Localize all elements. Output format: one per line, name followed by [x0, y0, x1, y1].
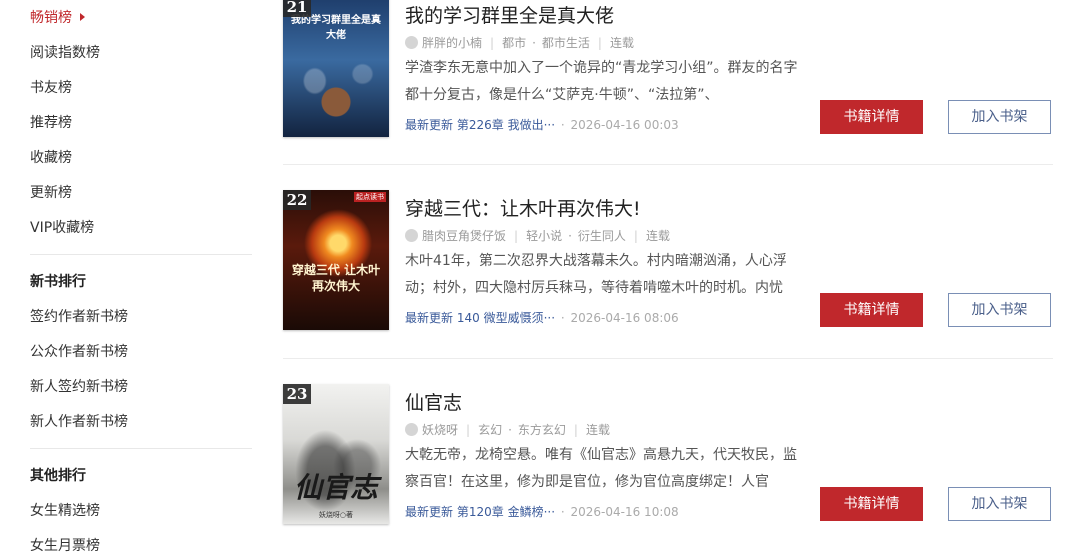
- add-to-shelf-button[interactable]: 加入书架: [948, 293, 1051, 327]
- book-description: 学渣李东无意中加入了一个诡异的“青龙学习小组”。群友的名字都十分复古，像是什么“…: [405, 60, 798, 103]
- sidebar-item-female-monthly[interactable]: 女生月票榜: [30, 535, 100, 555]
- sidebar-item-collection[interactable]: 收藏榜: [30, 147, 72, 167]
- rank-badge: 22: [283, 190, 311, 210]
- sidebar-item-reader-friends[interactable]: 书友榜: [30, 77, 72, 97]
- book-description: 木叶41年，第二次忍界大战落幕未久。村内暗潮汹涌，人心浮动；村外，四大隐村厉兵秣…: [405, 253, 787, 296]
- latest-update: 最新更新 第120章 金鳞榜··· · 2026-04-16 10:08: [405, 503, 679, 520]
- book-cover[interactable]: 仙官志 妖烧呀○著 23: [283, 384, 389, 524]
- book-title[interactable]: 我的学习群里全是真大佬: [405, 1, 614, 28]
- meta-dot: ·: [508, 422, 512, 437]
- sidebar-item-newcomer-signed[interactable]: 新人签约新书榜: [30, 376, 128, 396]
- latest-chapter-link[interactable]: 第226章 我做出···: [457, 118, 555, 132]
- add-to-shelf-button[interactable]: 加入书架: [948, 487, 1051, 521]
- book-subcategory[interactable]: 衍生同人: [578, 227, 626, 244]
- book-item: 起点读书 穿越三代 让木叶 再次伟大 22 穿越三代：让木叶再次伟大! 腊肉豆角…: [283, 190, 1053, 360]
- sidebar-item-public-new[interactable]: 公众作者新书榜: [30, 341, 128, 361]
- cover-publisher-tag: 起点读书: [354, 192, 386, 202]
- latest-update-time: 2026-04-16 00:03: [570, 118, 679, 132]
- meta-separator: |: [633, 228, 638, 243]
- add-to-shelf-button[interactable]: 加入书架: [948, 100, 1051, 134]
- book-cover[interactable]: 起点读书 穿越三代 让木叶 再次伟大 22: [283, 190, 389, 330]
- author-name[interactable]: 胖胖的小楠: [422, 34, 482, 51]
- meta-separator: |: [597, 35, 602, 50]
- cover-title-text: 仙官志: [293, 471, 378, 504]
- book-detail-button[interactable]: 书籍详情: [820, 487, 923, 521]
- book-item: 我的学习群里全是真大佬 21 我的学习群里全是真大佬 胖胖的小楠 | 都市 · …: [283, 0, 1053, 167]
- sidebar-item-newcomer-author[interactable]: 新人作者新书榜: [30, 411, 128, 431]
- meta-dot: ·: [532, 35, 536, 50]
- sidebar-item-signed-new[interactable]: 签约作者新书榜: [30, 306, 128, 326]
- author-avatar: [405, 229, 418, 242]
- sidebar-item-reading-index[interactable]: 阅读指数榜: [30, 42, 100, 62]
- book-description: 大乾无帝，龙椅空悬。唯有《仙官志》高悬九天，代天牧民，监察百官！在这里，修为即是…: [405, 447, 797, 490]
- sidebar-item-recommend[interactable]: 推荐榜: [30, 112, 72, 132]
- meta-separator: |: [490, 35, 495, 50]
- book-status: 连载: [645, 229, 670, 243]
- meta-separator: |: [573, 422, 578, 437]
- author-avatar: [405, 423, 418, 436]
- rank-badge: 23: [283, 384, 311, 404]
- book-meta: 腊肉豆角煲仔饭 | 轻小说 · 衍生同人 | 连载: [405, 227, 670, 244]
- latest-update-label[interactable]: 最新更新: [405, 311, 453, 325]
- sidebar-divider: [30, 254, 252, 255]
- latest-update-label[interactable]: 最新更新: [405, 505, 453, 519]
- book-item: 仙官志 妖烧呀○著 23 仙官志 妖烧呀 | 玄幻 · 东方玄幻 | 连载 大乾…: [283, 384, 1053, 554]
- book-category[interactable]: 轻小说: [526, 227, 562, 244]
- sidebar-item-female-picks[interactable]: 女生精选榜: [30, 500, 100, 520]
- book-cover[interactable]: 我的学习群里全是真大佬 21: [283, 0, 389, 137]
- book-category[interactable]: 玄幻: [478, 421, 502, 438]
- latest-chapter-link[interactable]: 第120章 金鳞榜···: [457, 505, 555, 519]
- latest-update-time: 2026-04-16 08:06: [570, 311, 679, 325]
- meta-dot: ·: [560, 118, 565, 132]
- list-divider: [283, 358, 1053, 359]
- latest-update: 最新更新 第226章 我做出··· · 2026-04-16 00:03: [405, 116, 679, 133]
- book-detail-button[interactable]: 书籍详情: [820, 293, 923, 327]
- sidebar-item-vip-collection[interactable]: VIP收藏榜: [30, 217, 94, 237]
- book-meta: 胖胖的小楠 | 都市 · 都市生活 | 连载: [405, 34, 634, 51]
- sidebar-divider: [30, 448, 252, 449]
- cover-art-image: [283, 190, 389, 330]
- book-title[interactable]: 穿越三代：让木叶再次伟大!: [405, 194, 641, 221]
- book-detail-button[interactable]: 书籍详情: [820, 100, 923, 134]
- book-category[interactable]: 都市: [502, 34, 526, 51]
- latest-update: 最新更新 140 微型威慑须··· · 2026-04-16 08:06: [405, 309, 679, 326]
- author-avatar: [405, 36, 418, 49]
- latest-chapter-link[interactable]: 140 微型威慑须···: [457, 311, 555, 325]
- cover-author-text: 妖烧呀○著: [318, 511, 354, 519]
- author-name[interactable]: 妖烧呀: [422, 421, 458, 438]
- meta-separator: |: [466, 422, 471, 437]
- meta-dot: ·: [568, 228, 572, 243]
- latest-update-label[interactable]: 最新更新: [405, 118, 453, 132]
- cover-title-text: 穿越三代 让木叶 再次伟大: [291, 263, 381, 293]
- author-name[interactable]: 腊肉豆角煲仔饭: [422, 227, 506, 244]
- book-title[interactable]: 仙官志: [405, 388, 462, 415]
- meta-dot: ·: [560, 311, 565, 325]
- sidebar-heading-new-books: 新书排行: [30, 274, 86, 290]
- sidebar-item-update[interactable]: 更新榜: [30, 182, 72, 202]
- book-status: 连载: [585, 423, 610, 437]
- book-status: 连载: [609, 36, 634, 50]
- meta-dot: ·: [560, 505, 565, 519]
- sidebar-item-bestseller[interactable]: 畅销榜: [30, 7, 85, 27]
- book-subcategory[interactable]: 东方玄幻: [518, 421, 566, 438]
- meta-separator: |: [514, 228, 519, 243]
- rank-badge: 21: [283, 0, 311, 17]
- book-subcategory[interactable]: 都市生活: [542, 34, 590, 51]
- book-meta: 妖烧呀 | 玄幻 · 东方玄幻 | 连载: [405, 421, 610, 438]
- list-divider: [283, 164, 1053, 165]
- latest-update-time: 2026-04-16 10:08: [570, 505, 679, 519]
- sidebar-heading-other: 其他排行: [30, 468, 86, 484]
